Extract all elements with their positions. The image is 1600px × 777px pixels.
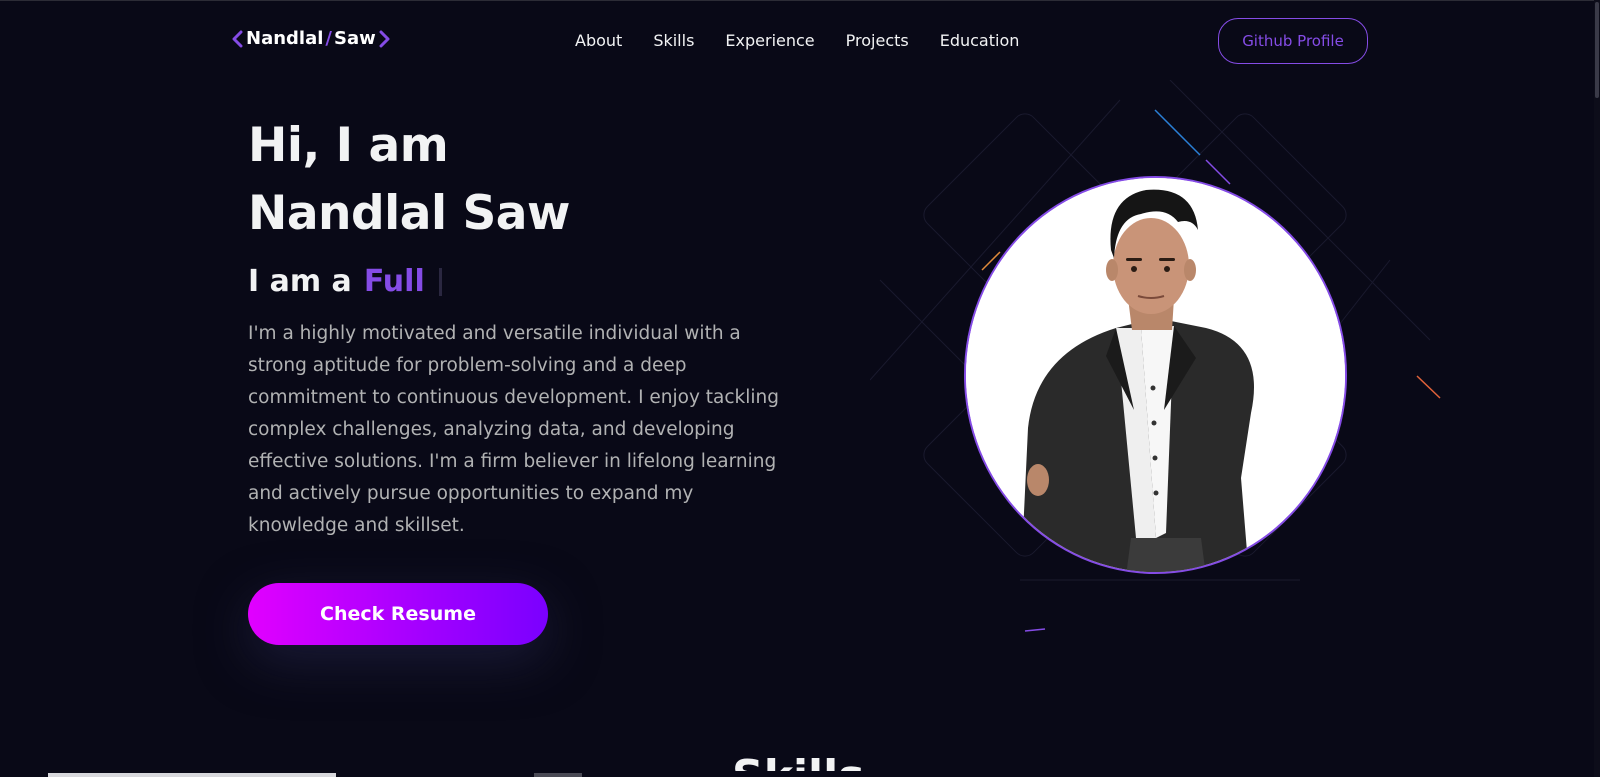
- logo-first-name: Nandlal: [246, 28, 324, 49]
- chevron-left-icon: [232, 30, 243, 47]
- hero-role-line: I am a Full: [248, 264, 442, 299]
- role-prefix: I am a: [248, 264, 352, 299]
- hero-greeting: Hi, I am: [248, 118, 449, 173]
- nav-link-experience[interactable]: Experience: [725, 31, 814, 50]
- hero-description: I'm a highly motivated and versatile ind…: [248, 323, 780, 536]
- typing-cursor: [438, 267, 442, 296]
- person-portrait-image: [966, 178, 1345, 572]
- nav-link-projects[interactable]: Projects: [846, 31, 909, 50]
- scrollbar-segment: [534, 773, 582, 777]
- window-top-border: [0, 0, 1600, 1]
- hero-heading: Hi, I am Nandlal Saw: [248, 112, 570, 248]
- github-profile-button[interactable]: Github Profile: [1218, 18, 1368, 64]
- site-logo[interactable]: Nandlal / Saw: [230, 28, 392, 49]
- chevron-right-icon: [379, 30, 390, 47]
- scrollbar-thumb[interactable]: [48, 773, 336, 777]
- hero-name: Nandlal Saw: [248, 186, 570, 241]
- logo-separator: /: [325, 28, 332, 49]
- logo-last-name: Saw: [333, 28, 376, 49]
- vertical-scrollbar[interactable]: [1594, 0, 1600, 777]
- vertical-scrollbar-thumb[interactable]: [1595, 2, 1599, 98]
- portfolio-page: Nandlal / Saw About Skills Experience Pr…: [0, 0, 1600, 777]
- main-navigation: About Skills Experience Projects Educati…: [575, 31, 1019, 50]
- horizontal-scrollbar[interactable]: [0, 771, 1600, 777]
- nav-link-education[interactable]: Education: [940, 31, 1020, 50]
- role-typed-text: Full: [363, 264, 425, 299]
- check-resume-button[interactable]: Check Resume: [248, 583, 548, 645]
- profile-photo: [964, 176, 1347, 574]
- nav-link-skills[interactable]: Skills: [653, 31, 694, 50]
- nav-link-about[interactable]: About: [575, 31, 622, 50]
